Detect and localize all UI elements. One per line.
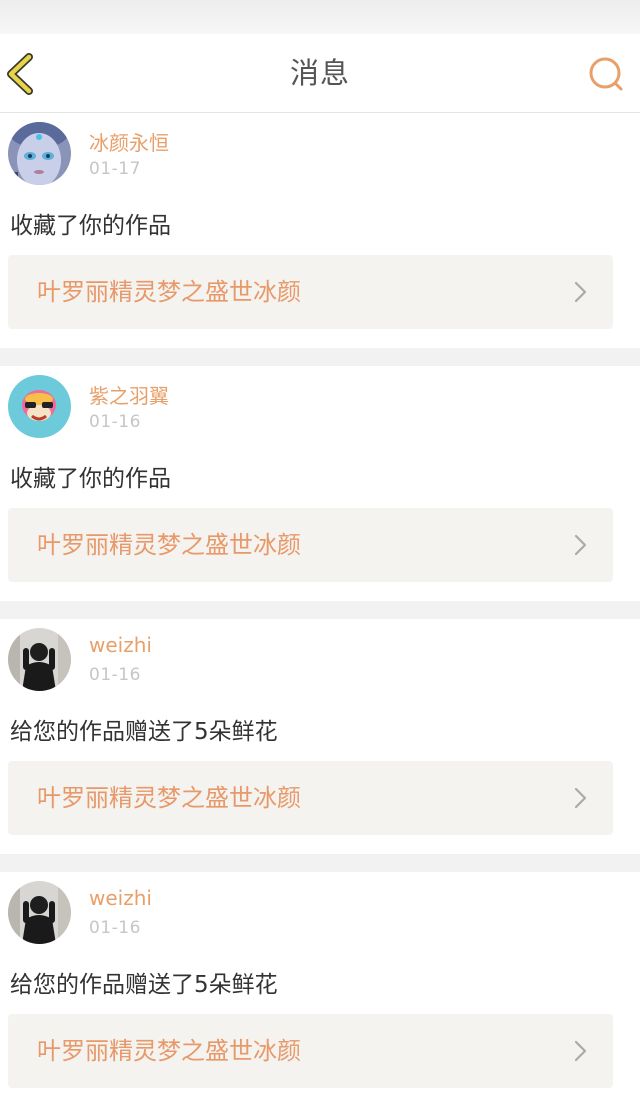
ice-princess-avatar: [8, 122, 71, 185]
work-link[interactable]: 叶罗丽精灵梦之盛世冰颜: [8, 1014, 613, 1088]
message-card: weizhi 01-16 给您的作品赠送了5朵鲜花 叶罗丽精灵梦之盛世冰颜: [0, 872, 640, 1107]
message-date: 01-16: [89, 665, 141, 685]
search-icon: [589, 57, 623, 91]
message-action-text: 收藏了你的作品: [10, 213, 171, 239]
top-nav-bar: 消息: [0, 34, 640, 113]
chevron-right-icon: [574, 534, 587, 556]
username[interactable]: 紫之羽翼: [89, 380, 169, 409]
work-title: 叶罗丽精灵梦之盛世冰颜: [37, 531, 301, 559]
person-photo-avatar: [8, 881, 71, 944]
page-title: 消息: [289, 56, 350, 90]
monkey-avatar: [8, 375, 71, 438]
chevron-right-icon: [574, 281, 587, 303]
message-card: 冰颜永恒 01-17 收藏了你的作品 叶罗丽精灵梦之盛世冰颜: [0, 113, 640, 348]
work-link[interactable]: 叶罗丽精灵梦之盛世冰颜: [8, 255, 613, 329]
message-date: 01-16: [89, 412, 141, 432]
message-date: 01-16: [89, 918, 141, 938]
avatar[interactable]: [8, 375, 71, 438]
message-card: weizhi 01-16 给您的作品赠送了5朵鲜花 叶罗丽精灵梦之盛世冰颜: [0, 619, 640, 854]
person-photo-avatar: [8, 628, 71, 691]
message-action-text: 给您的作品赠送了5朵鲜花: [10, 972, 278, 998]
message-date: 01-17: [89, 159, 141, 179]
work-link[interactable]: 叶罗丽精灵梦之盛世冰颜: [8, 761, 613, 835]
message-action-text: 收藏了你的作品: [10, 466, 171, 492]
username[interactable]: weizhi: [89, 886, 152, 910]
avatar[interactable]: [8, 881, 71, 944]
search-button[interactable]: [586, 54, 626, 94]
chevron-right-icon: [574, 787, 587, 809]
avatar[interactable]: [8, 122, 71, 185]
username[interactable]: weizhi: [89, 633, 152, 657]
message-action-text: 给您的作品赠送了5朵鲜花: [10, 719, 278, 745]
avatar[interactable]: [8, 628, 71, 691]
work-title: 叶罗丽精灵梦之盛世冰颜: [37, 1037, 301, 1065]
message-card: 紫之羽翼 01-16 收藏了你的作品 叶罗丽精灵梦之盛世冰颜: [0, 366, 640, 601]
status-bar: [0, 0, 640, 34]
chevron-right-icon: [574, 1040, 587, 1062]
message-list: 冰颜永恒 01-17 收藏了你的作品 叶罗丽精灵梦之盛世冰颜 紫之羽翼 01-1…: [0, 113, 640, 1107]
work-title: 叶罗丽精灵梦之盛世冰颜: [37, 278, 301, 306]
work-link[interactable]: 叶罗丽精灵梦之盛世冰颜: [8, 508, 613, 582]
username[interactable]: 冰颜永恒: [89, 127, 169, 156]
work-title: 叶罗丽精灵梦之盛世冰颜: [37, 784, 301, 812]
